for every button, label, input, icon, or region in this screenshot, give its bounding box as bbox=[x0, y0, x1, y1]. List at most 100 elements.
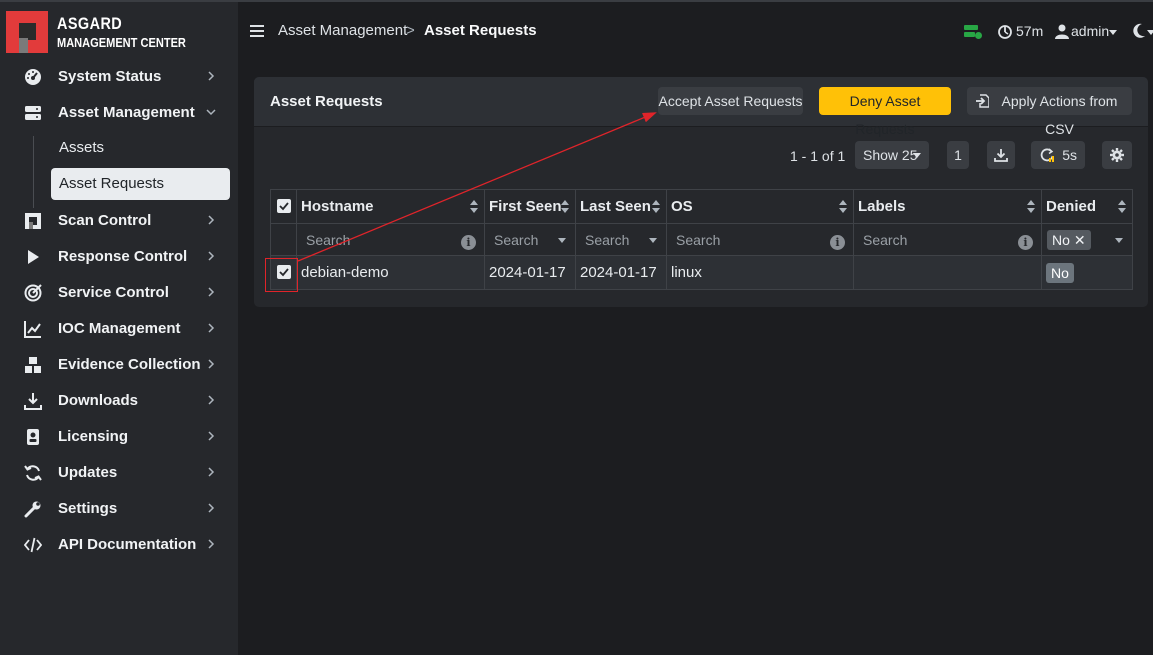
last-seen-search-input[interactable]: Search bbox=[575, 223, 667, 256]
gear-icon bbox=[1110, 148, 1124, 162]
breadcrumb-parent[interactable]: Asset Management bbox=[278, 22, 407, 39]
session-timer[interactable]: 57m bbox=[1016, 23, 1043, 39]
sidebar-item-response-control[interactable]: Response Control bbox=[0, 239, 238, 275]
moon-icon[interactable] bbox=[1132, 23, 1146, 39]
denied-filter-tag[interactable]: No ✕ bbox=[1047, 230, 1091, 250]
caret-down-icon[interactable] bbox=[1115, 238, 1123, 243]
sidebar: ASGARD MANAGEMENT CENTER System Status A… bbox=[0, 2, 238, 655]
deny-asset-requests-button[interactable]: Deny Asset Requests bbox=[819, 87, 951, 137]
sort-icon[interactable] bbox=[652, 200, 660, 214]
sidebar-item-evidence-collection[interactable]: Evidence Collection bbox=[0, 347, 238, 383]
sidebar-subitem-assets[interactable]: Assets bbox=[51, 132, 230, 164]
close-icon[interactable]: ✕ bbox=[1074, 230, 1086, 250]
chevron-right-icon bbox=[208, 431, 215, 441]
caret-down-icon[interactable] bbox=[649, 238, 657, 243]
sidebar-subitem-asset-requests[interactable]: Asset Requests bbox=[51, 168, 230, 200]
labels-search-input[interactable]: Search i bbox=[853, 223, 1042, 256]
sidebar-subitem-label: Asset Requests bbox=[59, 175, 165, 192]
sort-icon[interactable] bbox=[561, 200, 569, 214]
sidebar-item-service-control[interactable]: Service Control bbox=[0, 275, 238, 311]
os-search-input[interactable]: Search i bbox=[666, 223, 854, 256]
download-table-button[interactable] bbox=[987, 141, 1015, 169]
server-status-icon[interactable] bbox=[964, 24, 982, 40]
card-title: Asset Requests bbox=[270, 93, 383, 110]
column-header-os[interactable]: OS bbox=[666, 189, 854, 224]
select-all-checkbox[interactable] bbox=[277, 199, 291, 213]
cell-last-seen: 2024-01-17 bbox=[575, 255, 667, 290]
check-icon bbox=[279, 202, 289, 211]
cell-labels bbox=[853, 255, 1042, 290]
chevron-right-icon bbox=[208, 539, 215, 549]
sidebar-item-updates[interactable]: Updates bbox=[0, 455, 238, 491]
accept-asset-requests-button[interactable]: Accept Asset Requests bbox=[658, 87, 803, 115]
user-icon bbox=[1055, 24, 1069, 39]
column-header-hostname[interactable]: Hostname bbox=[296, 189, 485, 224]
sidebar-item-asset-management[interactable]: Asset Management bbox=[0, 95, 238, 131]
info-icon[interactable]: i bbox=[1018, 235, 1033, 250]
filter-tag-label: No bbox=[1052, 232, 1070, 248]
sidebar-item-settings[interactable]: Settings bbox=[0, 491, 238, 527]
info-icon[interactable]: i bbox=[830, 235, 845, 250]
brand[interactable]: ASGARD MANAGEMENT CENTER bbox=[6, 11, 226, 55]
brand-title: ASGARD bbox=[57, 14, 123, 33]
sidebar-item-label: API Documentation bbox=[58, 536, 197, 553]
first-seen-search-input[interactable]: Search bbox=[484, 223, 576, 256]
sidebar-item-scan-control[interactable]: Scan Control bbox=[0, 203, 238, 239]
chevron-right-icon bbox=[208, 323, 215, 333]
sidebar-item-label: Updates bbox=[58, 464, 118, 481]
sort-icon[interactable] bbox=[470, 200, 478, 214]
column-header-labels[interactable]: Labels bbox=[853, 189, 1042, 224]
chevron-right-icon bbox=[208, 71, 215, 81]
hostname-search-input[interactable]: Search i bbox=[296, 223, 485, 256]
table-filter-row: Search i Search Search Search i Search i No… bbox=[270, 223, 1133, 256]
sidebar-item-label: Scan Control bbox=[58, 212, 152, 229]
column-header-first-seen[interactable]: First Seen bbox=[484, 189, 576, 224]
chevron-right-icon bbox=[208, 467, 215, 477]
table-header-row: Hostname First Seen Last Seen OS Labels … bbox=[270, 189, 1133, 224]
play-icon bbox=[28, 250, 39, 264]
page-size-dropdown[interactable]: Show 25 bbox=[855, 141, 929, 169]
cell-os: linux bbox=[666, 255, 854, 290]
sort-icon[interactable] bbox=[839, 200, 847, 214]
table-settings-button[interactable] bbox=[1102, 141, 1132, 169]
chevron-right-icon bbox=[208, 215, 215, 225]
brand-subtitle: MANAGEMENT CENTER bbox=[57, 35, 186, 50]
column-header-denied[interactable]: Denied bbox=[1041, 189, 1133, 224]
column-label: First Seen bbox=[489, 198, 562, 215]
column-label: Labels bbox=[858, 198, 906, 215]
sidebar-item-api-documentation[interactable]: API Documentation bbox=[0, 527, 238, 563]
hamburger-menu-icon[interactable] bbox=[250, 25, 264, 37]
table-row[interactable]: debian-demo 2024-01-17 2024-01-17 linux … bbox=[270, 255, 1133, 290]
caret-down-icon[interactable] bbox=[558, 238, 566, 243]
sort-icon[interactable] bbox=[1027, 200, 1035, 214]
auto-refresh-button[interactable]: 5s bbox=[1031, 141, 1085, 169]
sort-icon[interactable] bbox=[1118, 200, 1126, 214]
select-all-cell[interactable] bbox=[270, 189, 297, 224]
search-placeholder: Search bbox=[494, 231, 539, 248]
sidebar-item-licensing[interactable]: Licensing bbox=[0, 419, 238, 455]
pagination-info: 1 - 1 of 1 bbox=[790, 148, 846, 164]
card-header: Asset Requests Accept Asset Requests Den… bbox=[254, 77, 1148, 137]
search-placeholder: Search bbox=[306, 231, 351, 248]
sidebar-item-downloads[interactable]: Downloads bbox=[0, 383, 238, 419]
target-icon bbox=[24, 284, 42, 302]
theme-menu-caret-icon[interactable] bbox=[1147, 30, 1153, 35]
chevron-right-icon bbox=[208, 251, 215, 261]
column-header-last-seen[interactable]: Last Seen bbox=[575, 189, 667, 224]
search-placeholder: Search bbox=[676, 231, 721, 248]
denied-filter-select[interactable]: No ✕ bbox=[1041, 223, 1133, 256]
download-icon bbox=[24, 393, 42, 410]
asset-requests-card: Asset Requests Accept Asset Requests Den… bbox=[254, 77, 1148, 307]
id-badge-icon bbox=[27, 429, 39, 445]
sync-icon bbox=[24, 465, 42, 481]
apply-actions-csv-button[interactable]: Apply Actions from CSV bbox=[967, 87, 1132, 137]
sidebar-item-ioc-management[interactable]: IOC Management bbox=[0, 311, 238, 347]
timer-icon bbox=[998, 25, 1012, 39]
cell-denied: No bbox=[1041, 255, 1133, 290]
sidebar-item-system-status[interactable]: System Status bbox=[0, 59, 238, 95]
info-icon[interactable]: i bbox=[461, 235, 476, 250]
page-number-button[interactable]: 1 bbox=[947, 141, 969, 169]
user-menu[interactable]: admin bbox=[1071, 23, 1109, 39]
submenu-divider bbox=[33, 136, 34, 208]
user-menu-caret-icon[interactable] bbox=[1109, 30, 1117, 35]
